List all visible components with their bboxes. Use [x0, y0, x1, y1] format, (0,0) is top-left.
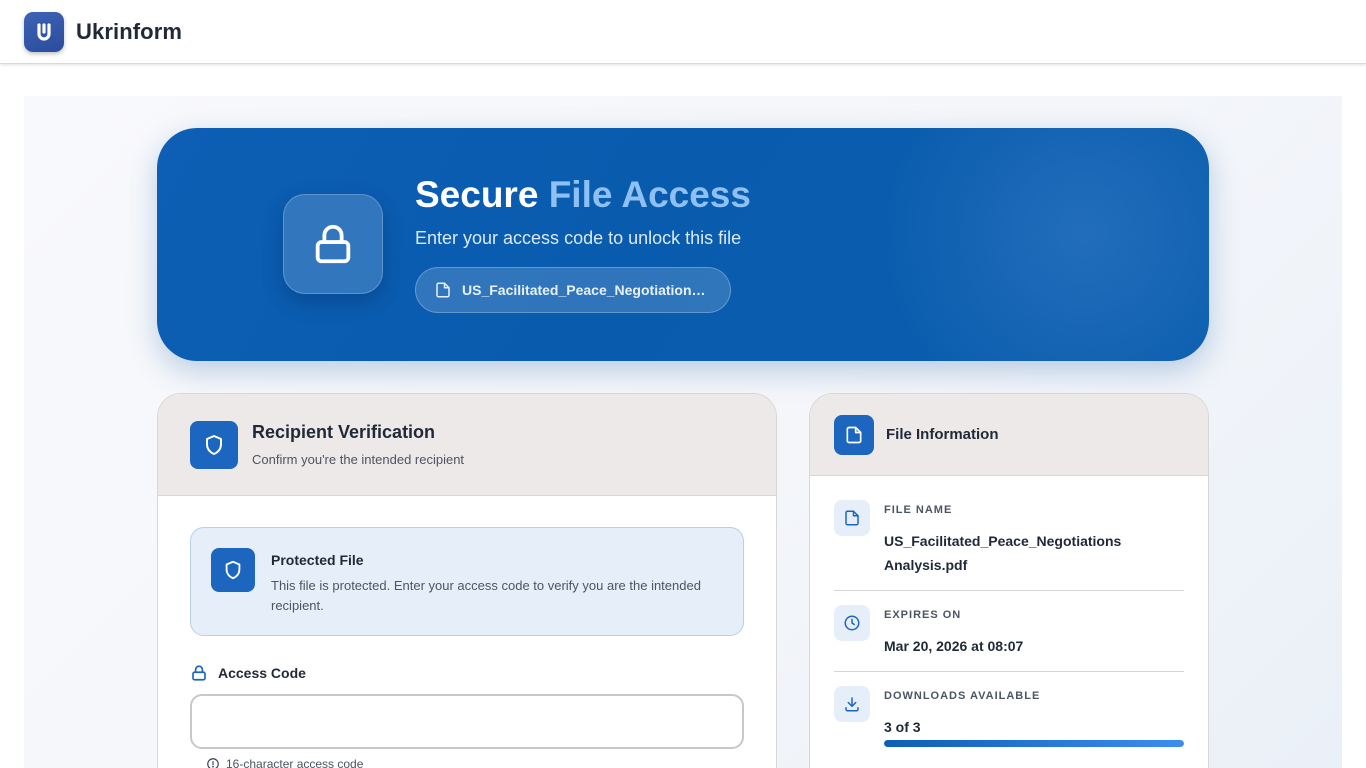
protected-file-notice: Protected File This file is protected. E…	[190, 527, 744, 636]
brand-name[interactable]: Ukrinform	[76, 19, 182, 45]
notice-text: This file is protected. Enter your acces…	[271, 578, 701, 613]
expires-label: EXPIRES ON	[884, 609, 962, 621]
page-subtitle: Enter your access code to unlock this fi…	[415, 228, 742, 248]
file-info-title: File Information	[886, 426, 999, 443]
downloads-value: 3 of 3	[884, 719, 921, 735]
expires-value: Mar 20, 2026 at 08:07	[884, 638, 1024, 654]
access-code-hint: 16-character access code	[206, 757, 363, 768]
verification-card-header: Recipient Verification Confirm you're th…	[158, 394, 776, 496]
shield-icon	[190, 420, 238, 469]
file-icon	[436, 282, 450, 298]
info-circle-icon	[207, 758, 219, 768]
file-icon	[834, 414, 874, 455]
notice-title: Protected File	[271, 552, 364, 568]
top-bar: Ukrinform	[0, 0, 1366, 64]
ukrinform-logo-icon[interactable]	[24, 11, 64, 52]
page-title: Secure File Access	[415, 174, 751, 216]
title-part-primary: Secure	[415, 174, 539, 215]
file-name-pill: US_Facilitated_Peace_Negotiations …	[415, 267, 731, 313]
title-part-accent: File Access	[548, 174, 751, 215]
hero-banner: Secure File Access Enter your access cod…	[157, 128, 1209, 361]
downloads-progress-bar	[884, 740, 1184, 747]
lock-icon	[192, 665, 206, 681]
lock-icon	[283, 194, 383, 294]
file-name-row: FILE NAME US_Facilitated_Peace_Negotiati…	[834, 500, 1184, 580]
downloads-row: DOWNLOADS AVAILABLE 3 of 3	[834, 686, 1184, 756]
file-name-label: FILE NAME	[884, 504, 953, 516]
verification-title: Recipient Verification	[252, 422, 436, 442]
expires-row: EXPIRES ON Mar 20, 2026 at 08:07	[834, 605, 1184, 665]
file-name-label: US_Facilitated_Peace_Negotiations …	[462, 282, 710, 298]
verification-card: Recipient Verification Confirm you're th…	[157, 393, 777, 768]
file-name-value: US_Facilitated_Peace_Negotiations Analys…	[884, 533, 1122, 573]
file-info-card: File Information FILE NAME US_Facilitate…	[809, 393, 1209, 768]
hint-text: 16-character access code	[226, 757, 364, 768]
access-code-label-text: Access Code	[218, 665, 306, 681]
verification-subtitle: Confirm you're the intended recipient	[252, 452, 465, 467]
divider	[834, 671, 1184, 672]
downloads-progress-fill	[884, 740, 1184, 747]
download-icon	[834, 686, 870, 722]
file-icon	[834, 500, 870, 536]
divider	[834, 590, 1184, 591]
downloads-label: DOWNLOADS AVAILABLE	[884, 690, 1041, 702]
access-code-label: Access Code	[190, 664, 306, 682]
file-info-card-header: File Information	[810, 394, 1208, 476]
clock-icon	[834, 605, 870, 641]
access-code-input[interactable]	[190, 694, 744, 749]
shield-icon	[211, 548, 255, 592]
